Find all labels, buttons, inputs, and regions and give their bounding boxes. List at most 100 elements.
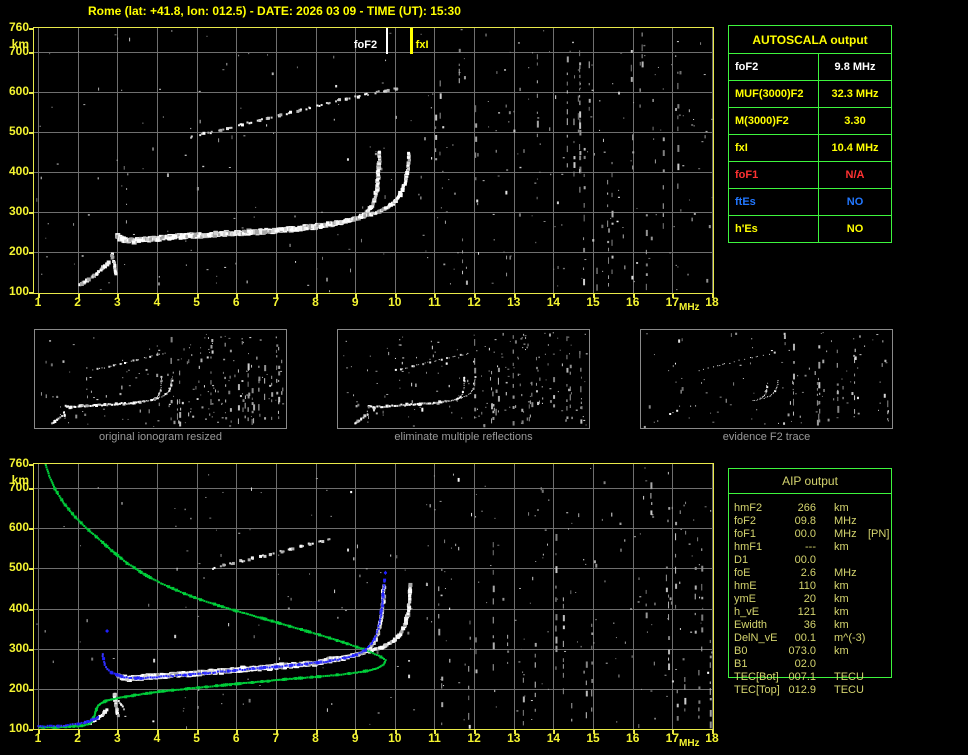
station-title: Rome (lat: +41.8, lon: 012.5) - DATE: 20… <box>88 4 461 18</box>
aip-row: Ewidth 36 km <box>734 619 890 632</box>
x-tick-label: 1 <box>34 731 42 745</box>
x-tick-label: 3 <box>113 295 121 309</box>
aip-row-label: hmF2 <box>734 502 763 514</box>
y-tick-label: 500 <box>8 560 29 575</box>
aip-row: B1 02.0 <box>734 658 890 671</box>
x-tick-label: 13 <box>507 295 521 309</box>
x-axis-unit-label: MHz <box>679 738 700 749</box>
y-tick-label: 300 <box>8 640 29 655</box>
aip-row-label: DelN_vE <box>734 632 778 644</box>
aip-row-label: B1 <box>734 658 748 670</box>
aip-row-unit: TECU <box>834 671 864 683</box>
thumbnail-original-ionogram <box>34 329 287 429</box>
aip-row: TEC[Top] 012.9 TECU <box>734 684 890 697</box>
x-axis-unit-label: MHz <box>679 302 700 313</box>
aip-row-unit: km <box>834 645 849 657</box>
aip-row-label: Ewidth <box>734 619 768 631</box>
y-tick-label: 760 <box>8 20 29 34</box>
autoscala-output-table: AUTOSCALA output foF2 9.8 MHz MUF(3000)F2 3… <box>728 25 892 243</box>
aip-table-title: AIP output <box>782 474 838 488</box>
y-tick-label: 600 <box>8 520 29 535</box>
aip-row-label: hmE <box>734 580 757 592</box>
thumbnail-canvas <box>641 330 892 428</box>
autoscala-row-value: 9.8 MHz <box>818 53 892 81</box>
x-tick-label: 4 <box>153 731 161 745</box>
aip-row-label: TEC[Top] <box>734 684 780 696</box>
autoscala-row: MUF(3000)F2 32.3 MHz <box>728 80 892 108</box>
x-tick-label: 8 <box>312 731 319 745</box>
aip-row: ymE 20 km <box>734 593 890 606</box>
aip-row-label: ymE <box>734 593 756 605</box>
y-tick-label: 500 <box>8 124 29 138</box>
autoscala-row: M(3000)F2 3.30 <box>728 107 892 135</box>
x-tick-label: 18 <box>705 731 719 745</box>
autoscala-window: Rome (lat: +41.8, lon: 012.5) - DATE: 20… <box>0 0 968 755</box>
aip-row-label: h_vE <box>734 606 760 618</box>
y-tick-label: 400 <box>8 600 29 615</box>
aip-row-value: 00.1 <box>794 632 816 644</box>
aip-header-separator <box>728 493 892 494</box>
aip-row-value: 073.0 <box>788 645 816 657</box>
aip-row-unit: m^(-3) <box>834 632 866 644</box>
x-tick-label: 13 <box>507 731 521 745</box>
aip-row-unit: MHz <box>834 515 857 527</box>
autoscala-row: h'Es NO <box>728 215 892 243</box>
x-tick-label: 10 <box>388 295 402 309</box>
aip-row-label: TEC[Bot] <box>734 671 779 683</box>
aip-row-unit: km <box>834 606 849 618</box>
y-tick-label: 400 <box>8 164 29 178</box>
fxI-marker-line <box>410 28 413 54</box>
y-tick-label: 300 <box>8 204 29 218</box>
top-ionogram-canvas <box>29 27 715 299</box>
x-tick-label: 5 <box>193 295 200 309</box>
x-tick-label: 7 <box>272 295 280 309</box>
autoscala-row-value: NO <box>818 215 892 243</box>
x-tick-label: 14 <box>546 731 561 745</box>
aip-row-unit: MHz <box>834 567 857 579</box>
aip-row-value: 00.0 <box>794 528 816 540</box>
x-tick-label: 15 <box>586 731 600 745</box>
autoscala-row-label: ftEs <box>728 188 819 216</box>
x-tick-label: 12 <box>467 295 481 309</box>
aip-row-unit: km <box>834 593 849 605</box>
aip-row-value: 110 <box>798 580 816 592</box>
aip-row-label: foF2 <box>734 515 757 527</box>
aip-row: B0 073.0 km <box>734 645 890 658</box>
thumbnail-caption: original ionogram resized <box>99 431 222 443</box>
y-tick-label: 200 <box>8 680 29 695</box>
aip-row-unit: km <box>834 541 849 553</box>
foF2-marker-label: foF2 <box>353 39 378 51</box>
x-tick-label: 5 <box>193 731 200 745</box>
aip-row-value: 20 <box>803 593 816 605</box>
foF2-marker-line <box>386 28 388 54</box>
thumbnail-canvas <box>338 330 589 428</box>
aip-row-value: 36 <box>803 619 816 631</box>
aip-row-unit: TECU <box>834 684 864 696</box>
autoscala-row-value: N/A <box>818 161 892 189</box>
aip-row-label: B0 <box>734 645 748 657</box>
profile-ionogram-canvas <box>29 463 715 735</box>
aip-row: DelN_vE 00.1 m^(-3) <box>734 632 890 645</box>
aip-row-unit: km <box>834 502 849 514</box>
x-tick-label: 18 <box>705 295 719 309</box>
aip-row: TEC[Bot] 007.1 TECU <box>734 671 890 684</box>
thumbnail-evidence-f2-trace <box>640 329 893 429</box>
aip-row-value: 007.1 <box>788 671 816 683</box>
x-tick-label: 11 <box>428 295 441 309</box>
x-tick-label: 9 <box>351 295 359 309</box>
autoscala-row-label: foF2 <box>728 53 819 81</box>
aip-row: foF1 00.0 MHz [PN] <box>734 528 890 541</box>
x-tick-label: 16 <box>626 295 640 309</box>
thumbnail-eliminate-reflections <box>337 329 590 429</box>
aip-row: D1 00.0 <box>734 554 890 567</box>
autoscala-row-label: h'Es <box>728 215 819 243</box>
autoscala-row: fxI 10.4 MHz <box>728 134 892 162</box>
autoscala-row-label: M(3000)F2 <box>728 107 819 135</box>
aip-row-unit: MHz <box>834 528 857 540</box>
x-tick-label: 10 <box>388 731 402 745</box>
aip-row-unit: km <box>834 619 849 631</box>
aip-row-note: [PN] <box>868 528 890 540</box>
autoscala-row-label: foF1 <box>728 161 819 189</box>
x-tick-label: 8 <box>312 295 319 309</box>
x-tick-label: 6 <box>232 731 240 745</box>
